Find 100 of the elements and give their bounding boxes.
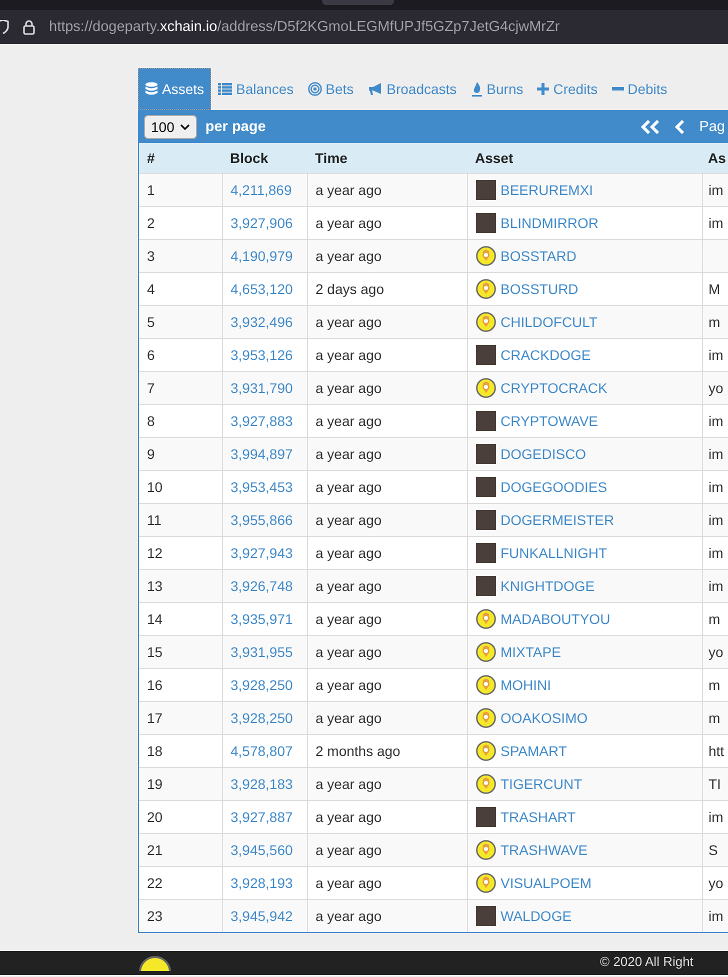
table-cell: im xyxy=(708,809,724,825)
previous-page-icon[interactable] xyxy=(675,120,686,134)
asset-link[interactable]: BLINDMIRROR xyxy=(500,215,599,231)
block-link[interactable]: 3,935,971 xyxy=(230,611,293,627)
table-cell: a year ago xyxy=(307,372,467,404)
asset-link[interactable]: MOHINI xyxy=(500,677,552,693)
asset-link[interactable]: FUNKALLNIGHT xyxy=(500,545,608,561)
asset-link[interactable]: KNIGHTDOGE xyxy=(500,578,595,594)
table-cell: 5 xyxy=(139,306,222,338)
thumbnail-image xyxy=(476,444,496,464)
table-cell: 15 xyxy=(139,636,222,668)
target-icon xyxy=(308,82,322,96)
coin-icon xyxy=(476,675,496,695)
thumbnail-image xyxy=(476,213,496,233)
table-cell: a year ago xyxy=(307,570,467,602)
database-icon xyxy=(145,82,158,96)
page-label: Pag xyxy=(699,119,725,135)
block-link[interactable]: 4,653,120 xyxy=(230,281,293,297)
table-cell: a year ago xyxy=(307,240,467,272)
column-header: Block xyxy=(222,143,307,174)
copyright-text: © 2020 All Right xyxy=(600,954,694,970)
block-link[interactable]: 3,927,906 xyxy=(230,215,293,231)
asset-link[interactable]: TRASHART xyxy=(500,809,576,825)
column-header: As xyxy=(702,143,728,174)
block-link[interactable]: 3,928,193 xyxy=(230,875,293,891)
asset-link[interactable]: TRASHWAVE xyxy=(500,842,588,858)
column-header: # xyxy=(139,143,222,174)
asset-link[interactable]: BOSSTURD xyxy=(500,281,578,297)
coin-icon xyxy=(476,741,496,761)
tab[interactable]: Credits xyxy=(530,68,605,110)
table-cell: im xyxy=(708,182,724,198)
tab[interactable]: Burns xyxy=(464,68,530,110)
asset-link[interactable]: DOGEGOODIES xyxy=(500,479,608,495)
coin-icon xyxy=(138,955,172,971)
coin-icon xyxy=(476,873,496,893)
block-link[interactable]: 4,578,807 xyxy=(230,743,293,759)
tab[interactable]: Bets xyxy=(300,68,361,110)
asset-link[interactable]: MADABOUTYOU xyxy=(500,611,610,627)
tab[interactable]: Balances xyxy=(211,68,301,110)
asset-link[interactable]: TIGERCUNT xyxy=(500,776,582,792)
table-cell: 19 xyxy=(139,768,222,800)
coin-icon xyxy=(476,609,496,629)
coin-icon xyxy=(476,246,496,266)
table-cell: im xyxy=(708,908,724,924)
table-cell: 23 xyxy=(139,900,222,932)
asset-link[interactable]: CRYPTOWAVE xyxy=(500,413,598,429)
coin-icon xyxy=(476,312,496,332)
table-cell: 21 xyxy=(139,834,222,866)
coin-icon xyxy=(476,279,496,299)
table-cell: im xyxy=(708,578,724,594)
first-page-icon[interactable] xyxy=(641,120,662,134)
tab[interactable]: Debits xyxy=(604,68,674,110)
block-link[interactable]: 3,927,883 xyxy=(230,413,293,429)
table-cell: im xyxy=(708,215,724,231)
tab[interactable]: Assets xyxy=(138,68,212,110)
coin-icon xyxy=(476,774,496,794)
table-cell: 7 xyxy=(139,372,222,404)
tab[interactable]: Broadcasts xyxy=(360,68,464,110)
per-page-select[interactable]: 100 xyxy=(144,115,198,139)
thumbnail-image xyxy=(476,576,496,596)
asset-link[interactable]: MIXTAPE xyxy=(500,644,561,660)
coin-icon xyxy=(476,840,496,860)
table-cell: im xyxy=(708,545,724,561)
thumbnail-image xyxy=(476,510,496,530)
asset-link[interactable]: DOGEDISCO xyxy=(500,446,586,462)
block-link[interactable]: 3,953,126 xyxy=(230,347,293,363)
table-cell: a year ago xyxy=(307,768,467,800)
thumbnail-image xyxy=(476,180,496,200)
block-link[interactable]: 3,928,250 xyxy=(230,677,293,693)
table-cell: TI xyxy=(708,776,721,792)
asset-link[interactable]: OOAKOSIMO xyxy=(500,710,588,726)
asset-link[interactable]: WALDOGE xyxy=(500,908,572,924)
thumbnail-image xyxy=(476,807,496,827)
asset-link[interactable]: VISUALPOEM xyxy=(500,875,592,891)
table-cell: a year ago xyxy=(307,834,467,866)
table-cell: im xyxy=(708,512,724,528)
table-cell: m xyxy=(708,677,720,693)
table-cell: a year ago xyxy=(307,306,467,338)
minus-icon xyxy=(612,87,624,91)
block-link[interactable]: 3,927,887 xyxy=(230,809,293,825)
block-link[interactable]: 3,953,453 xyxy=(230,479,293,495)
plus-icon xyxy=(537,83,550,95)
table-cell: m xyxy=(708,314,720,330)
table-cell: 1 xyxy=(139,174,222,206)
megaphone-icon xyxy=(368,82,383,96)
block-link[interactable]: 3,927,943 xyxy=(230,545,293,561)
table-cell: S xyxy=(708,842,718,858)
list-icon xyxy=(218,83,232,95)
per-page-label: per page xyxy=(205,119,266,135)
table-cell: 17 xyxy=(139,702,222,734)
table-cell: im xyxy=(708,347,724,363)
asset-link[interactable]: BEERUREMXI xyxy=(500,182,594,198)
asset-link[interactable]: BOSSTARD xyxy=(500,248,576,264)
table-cell: a year ago xyxy=(307,504,467,536)
table-cell: 13 xyxy=(139,570,222,602)
thumbnail-image xyxy=(476,345,496,365)
table-cell: 11 xyxy=(139,504,222,536)
thumbnail-image xyxy=(476,906,496,926)
asset-link[interactable]: CRACKDOGE xyxy=(500,347,591,363)
asset-link[interactable]: SPAMART xyxy=(500,743,567,759)
